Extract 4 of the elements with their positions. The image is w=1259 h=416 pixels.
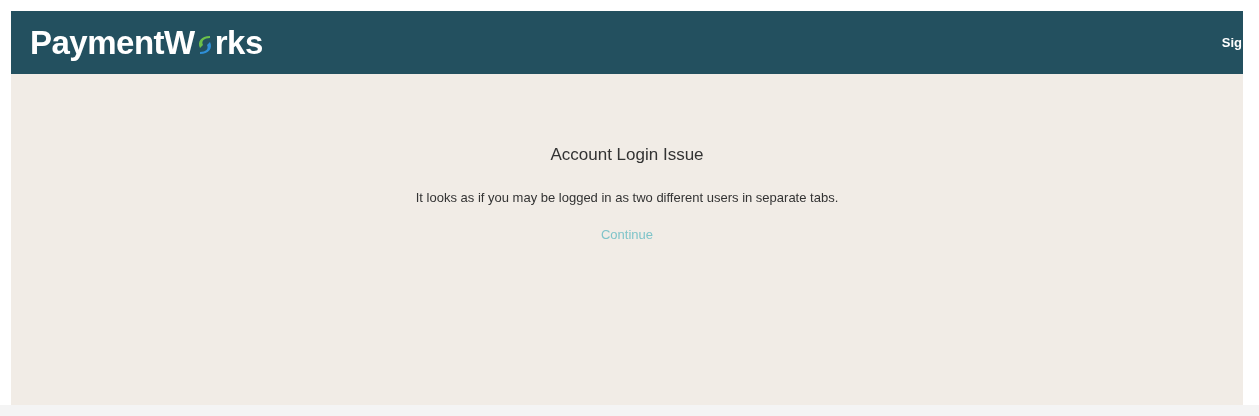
- message-title: Account Login Issue: [550, 144, 704, 166]
- logo: PaymentW rks: [30, 26, 263, 59]
- message-text: It looks as if you may be logged in as two different users in separate tabs.: [415, 188, 839, 207]
- sign-link[interactable]: Sig: [1221, 32, 1243, 53]
